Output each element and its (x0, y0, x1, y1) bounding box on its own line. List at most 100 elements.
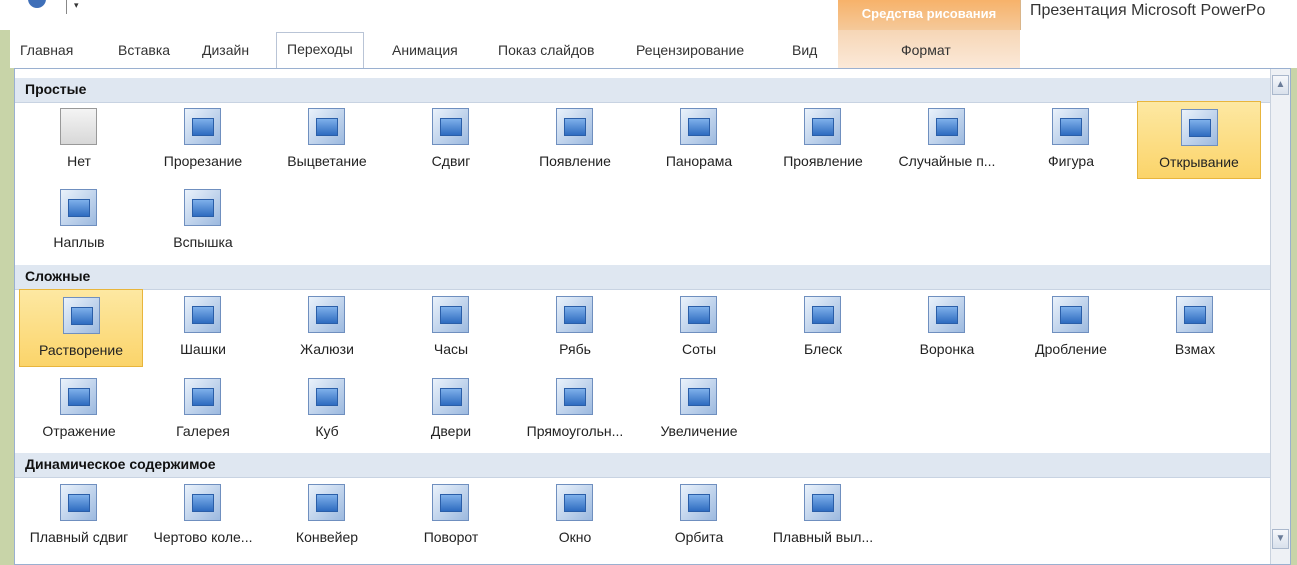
honeycomb-icon (680, 296, 717, 333)
transition-shape[interactable]: Фигура (1009, 101, 1133, 179)
transition-ripple[interactable]: Рябь (513, 289, 637, 367)
item-label: Прямоугольн... (526, 423, 624, 439)
transition-gallery[interactable]: Галерея (141, 371, 265, 449)
item-label: Увеличение (660, 423, 738, 439)
item-label: Проявление (783, 153, 863, 169)
ripple-icon (556, 296, 593, 333)
tab-design[interactable]: Дизайн (202, 38, 249, 62)
section-header-dynamic-content: Динамическое содержимое (15, 453, 1273, 478)
item-label: Блеск (803, 341, 843, 357)
transition-cut[interactable]: Прорезание (141, 101, 265, 179)
transition-checkerboard[interactable]: Шашки (141, 289, 265, 367)
item-label: Отражение (42, 423, 116, 439)
item-label: Наплыв (53, 234, 105, 250)
item-label: Нет (67, 153, 91, 169)
tab-slide-show[interactable]: Показ слайдов (498, 38, 594, 62)
item-label: Плавный выл... (772, 529, 874, 545)
item-label: Воронка (919, 341, 975, 357)
tab-view[interactable]: Вид (792, 38, 817, 62)
transition-switch[interactable]: Взмах (1133, 289, 1257, 367)
shred-icon (1052, 296, 1089, 333)
clock-icon (432, 296, 469, 333)
transition-blinds[interactable]: Жалюзи (265, 289, 389, 367)
tab-insert[interactable]: Вставка (118, 38, 170, 62)
switch-icon (1176, 296, 1213, 333)
checkerboard-icon (184, 296, 221, 333)
item-label: Прорезание (163, 153, 243, 169)
glitter-icon (804, 296, 841, 333)
doors-icon (432, 378, 469, 415)
transition-box[interactable]: Прямоугольн... (513, 371, 637, 449)
section-header-simple: Простые (15, 78, 1273, 103)
scroll-down-icon[interactable]: ▼ (1272, 529, 1289, 549)
transition-vortex[interactable]: Воронка (885, 289, 1009, 367)
zoom-icon (680, 378, 717, 415)
reveal-icon (804, 108, 841, 145)
item-label: Выцветание (287, 153, 367, 169)
item-label: Фигура (1048, 153, 1094, 169)
item-label: Куб (315, 423, 339, 439)
gallery-scrollbar[interactable]: ▲ ▼ (1270, 69, 1290, 564)
box-icon (556, 378, 593, 415)
transition-fly-through[interactable]: Плавный выл... (761, 477, 885, 555)
cube-icon (308, 378, 345, 415)
office-button-icon[interactable] (28, 0, 46, 8)
flash-icon (184, 189, 221, 226)
vortex-icon (928, 296, 965, 333)
transition-split[interactable]: Панорама (637, 101, 761, 179)
transition-rotate[interactable]: Поворот (389, 477, 513, 555)
scroll-up-icon[interactable]: ▲ (1272, 75, 1289, 95)
pan-icon (60, 484, 97, 521)
fade-icon (308, 108, 345, 145)
transition-glitter[interactable]: Блеск (761, 289, 885, 367)
transition-zoom[interactable]: Увеличение (637, 371, 761, 449)
tab-animations[interactable]: Анимация (392, 38, 458, 62)
section-header-exciting: Сложные (15, 265, 1273, 290)
transition-none[interactable]: Нет (17, 101, 141, 179)
item-label: Конвейер (295, 529, 359, 545)
tab-transitions[interactable]: Переходы (276, 32, 364, 69)
quick-access-toolbar: ▾ (14, 0, 84, 18)
item-label: Появление (539, 153, 611, 169)
item-label: Шашки (180, 341, 226, 357)
transition-reveal[interactable]: Проявление (761, 101, 885, 179)
transition-window[interactable]: Окно (513, 477, 637, 555)
transition-cube[interactable]: Куб (265, 371, 389, 449)
tab-home[interactable]: Главная (20, 38, 73, 62)
item-label: Вспышка (173, 234, 233, 250)
transition-honeycomb[interactable]: Соты (637, 289, 761, 367)
tab-format[interactable]: Формат (901, 38, 951, 62)
transition-flash[interactable]: Вспышка (141, 182, 265, 260)
transition-uncover[interactable]: Открывание (1137, 101, 1261, 179)
conveyor-icon (308, 484, 345, 521)
transition-conveyor[interactable]: Конвейер (265, 477, 389, 555)
transition-orbit[interactable]: Орбита (637, 477, 761, 555)
transition-random-bars[interactable]: Случайные п... (885, 101, 1009, 179)
transition-ferris-wheel[interactable]: Чертово коле... (141, 477, 265, 555)
cut-icon (184, 108, 221, 145)
item-label: Соты (681, 341, 717, 357)
transition-doors[interactable]: Двери (389, 371, 513, 449)
ferris-wheel-icon (184, 484, 221, 521)
transition-fade[interactable]: Выцветание (265, 101, 389, 179)
item-label: Окно (558, 529, 592, 545)
item-label: Дробление (1035, 341, 1107, 357)
rotate-icon (432, 484, 469, 521)
transition-push[interactable]: Сдвиг (389, 101, 513, 179)
item-label: Плавный сдвиг (29, 529, 129, 545)
transition-pan[interactable]: Плавный сдвиг (17, 477, 141, 555)
customize-toolbar-dropdown-icon[interactable]: ▾ (74, 0, 79, 11)
wipe-icon (556, 108, 593, 145)
transition-shred[interactable]: Дробление (1009, 289, 1133, 367)
tab-review[interactable]: Рецензирование (636, 38, 744, 62)
item-label: Часы (433, 341, 469, 357)
transition-flip[interactable]: Отражение (17, 371, 141, 449)
random-bars-icon (928, 108, 965, 145)
ribbon-tab-row: Главная Вставка Дизайн Переходы Анимация… (10, 30, 1297, 69)
transition-cover[interactable]: Наплыв (17, 182, 141, 260)
transition-dissolve[interactable]: Растворение (19, 289, 143, 367)
transition-clock[interactable]: Часы (389, 289, 513, 367)
item-label: Двери (430, 423, 472, 439)
transition-wipe[interactable]: Появление (513, 101, 637, 179)
item-label: Жалюзи (300, 341, 354, 357)
